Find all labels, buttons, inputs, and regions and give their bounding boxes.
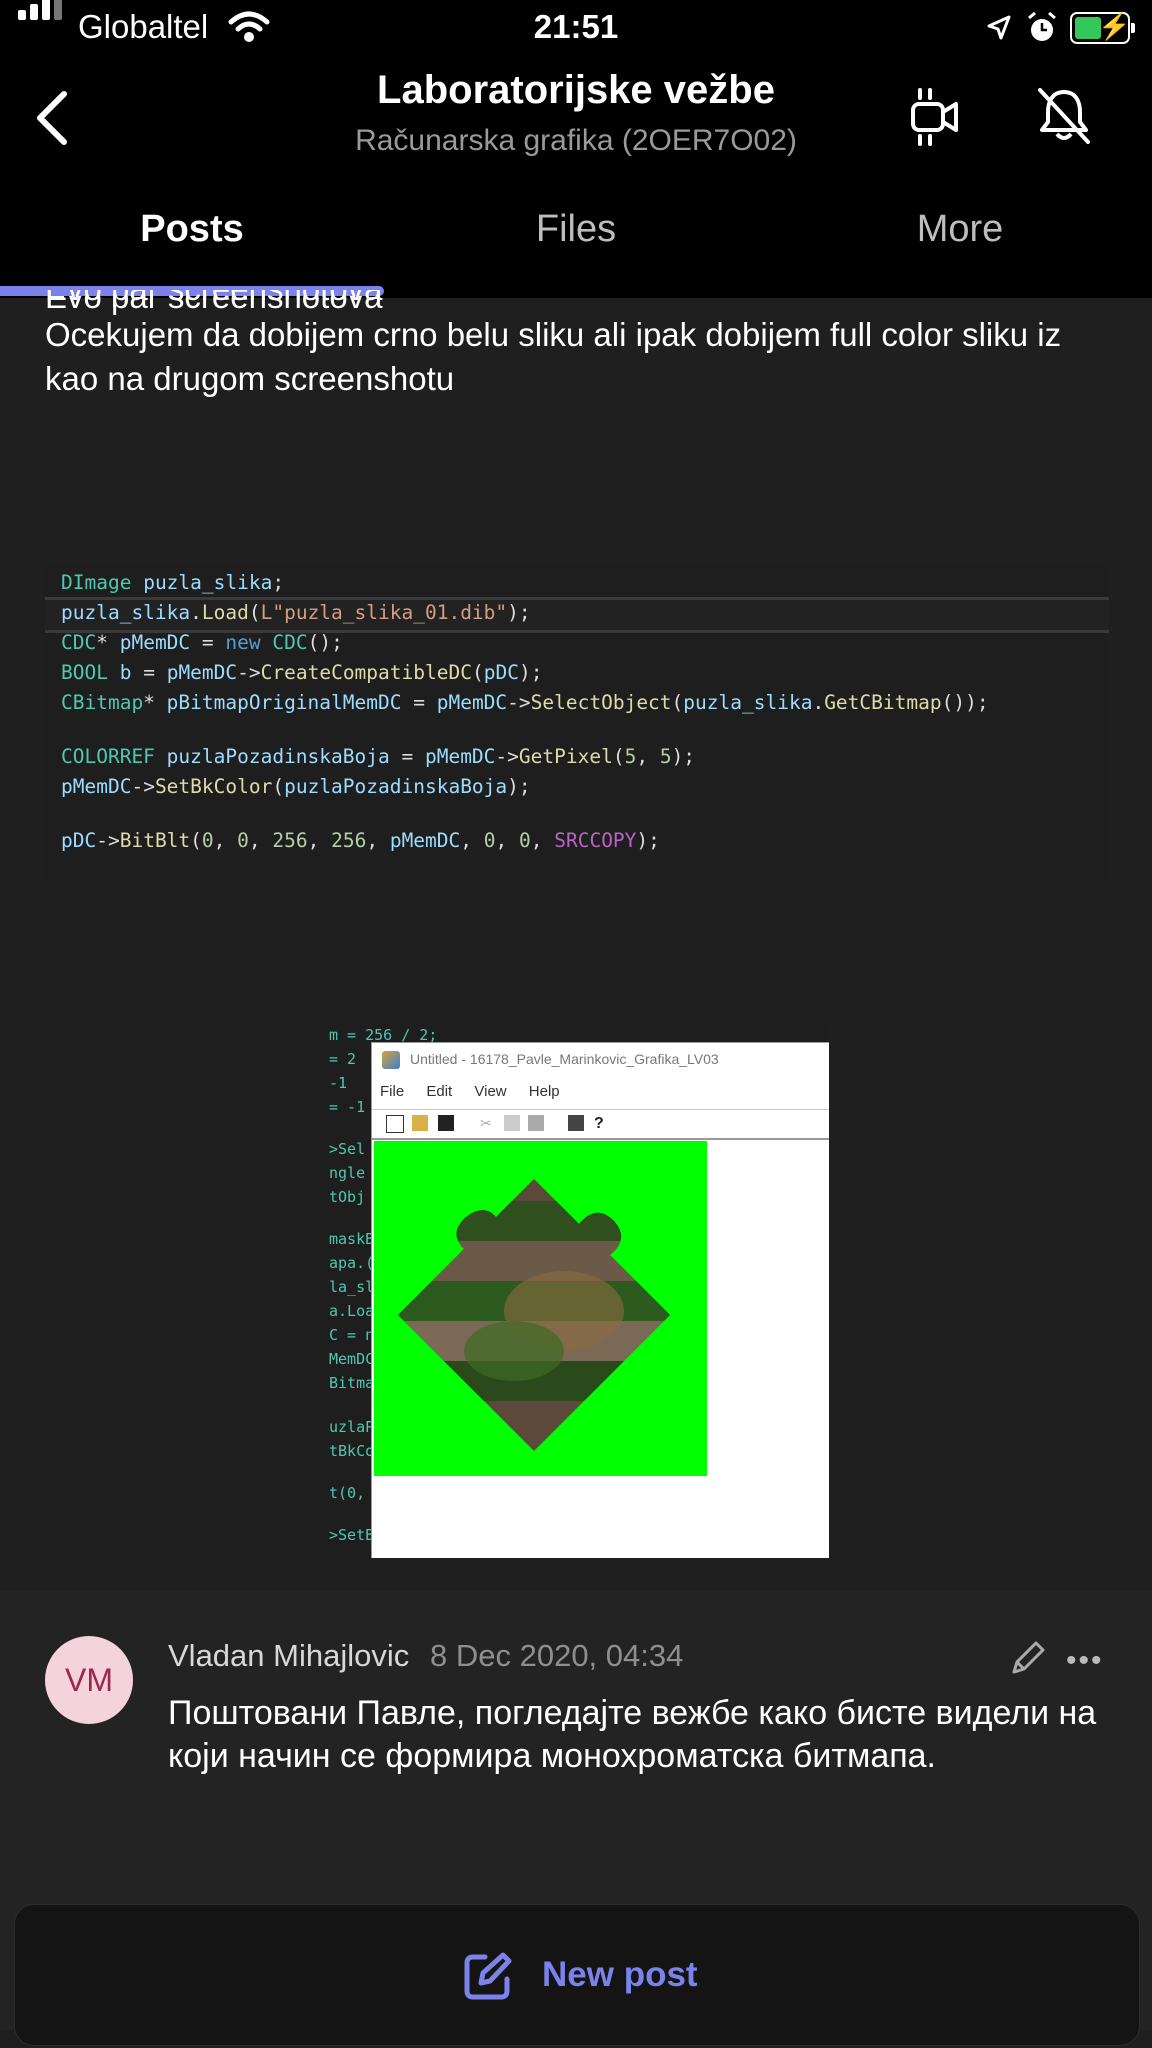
reply-text: Поштовани Павле, погледајте вежбе како б… [168, 1694, 1097, 1775]
code-fragment: tBkCo [329, 1442, 375, 1460]
copy-icon [504, 1115, 520, 1131]
post-body: Ocekujem da dobijem crno belu sliku ali … [45, 316, 1062, 397]
menu-edit: Edit [426, 1083, 453, 1100]
video-call-icon[interactable] [910, 88, 960, 146]
menu-help: Help [528, 1083, 560, 1100]
code-fragment: MemDC [329, 1350, 375, 1368]
compose-icon [464, 1952, 512, 2000]
help-icon: ? [594, 1115, 604, 1132]
code-line: DImage puzla_slika; [61, 571, 285, 594]
cut-icon: ✂ [480, 1115, 492, 1131]
save-icon [438, 1115, 454, 1131]
bell-off-icon[interactable] [1034, 86, 1094, 146]
header-subtitle: Računarska grafika (2OER7O02) [355, 124, 797, 157]
reply-author[interactable]: Vladan Mihajlovic [168, 1638, 409, 1674]
tab-posts-label[interactable]: Posts [0, 208, 384, 251]
new-file-icon [386, 1115, 404, 1133]
code-fragment: = 2 [329, 1050, 357, 1068]
tab-more-label[interactable]: More [768, 208, 1152, 251]
rendered-green-background [374, 1141, 707, 1476]
code-fragment: t(0, [329, 1484, 366, 1502]
status-bar: Globaltel 21:51 ⚡ [0, 0, 1152, 58]
reply-timestamp: 8 Dec 2020, 04:34 [430, 1638, 684, 1673]
toolbar: ✂ ? [372, 1109, 829, 1140]
new-post-button[interactable]: New post [14, 1904, 1140, 2046]
code-fragment: C = n [329, 1326, 375, 1344]
clock: 21:51 [533, 8, 619, 45]
code-fragment: maskB [329, 1230, 375, 1248]
code-fragment: Bitma [329, 1374, 375, 1392]
window-title: Untitled - 16178_Pavle_Marinkovic_Grafik… [410, 1051, 719, 1067]
code-line: pDC->BitBlt(0, 0, 256, 256, pMemDC, 0, 0… [61, 829, 660, 852]
code-line: pMemDC->SetBkColor(puzlaPozadinskaBoja); [61, 775, 531, 798]
new-post-label: New post [542, 1955, 698, 1994]
code-fragment: -1 [329, 1074, 348, 1092]
output-screenshot[interactable]: m = 256 / 2; = 2 -1 = -1 >Sel ngle tObj … [327, 1022, 829, 1558]
puzzle-piece-image [398, 1179, 670, 1451]
code-line: CDC* pMemDC = new CDC(); [61, 631, 343, 654]
code-line: puzla_slika.Load(L"puzla_slika_01.dib"); [61, 601, 531, 624]
open-folder-icon [412, 1115, 428, 1131]
code-fragment: tObj [329, 1188, 366, 1206]
code-fragment: >SetB [329, 1526, 375, 1544]
print-icon [568, 1115, 584, 1131]
alarm-icon [1028, 12, 1056, 41]
code-fragment: apa.( [329, 1254, 375, 1272]
code-fragment: ngle [329, 1164, 366, 1182]
paste-icon [528, 1115, 544, 1131]
menu-file: File [380, 1083, 405, 1100]
header-title: Laboratorijske vežbe [377, 68, 775, 112]
edit-pencil-icon[interactable] [1008, 1638, 1048, 1678]
code-fragment: a.Loa [329, 1302, 375, 1320]
app-icon [382, 1051, 400, 1069]
header-top: Laboratorijske vežbe Računarska grafika … [0, 58, 1152, 290]
avatar[interactable]: VM [45, 1636, 133, 1724]
code-fragment: >Sel [329, 1140, 366, 1158]
menu-bar: File Edit View Help [380, 1083, 578, 1100]
code-fragment: la_sl [329, 1278, 375, 1296]
more-options-icon[interactable]: ••• [1066, 1644, 1104, 1678]
tab-bar: Posts Files More [0, 208, 1152, 298]
app-window: Untitled - 16178_Pavle_Marinkovic_Grafik… [371, 1042, 829, 1558]
code-screenshot[interactable]: DImage puzla_slika; puzla_slika.Load(L"p… [45, 565, 1109, 880]
battery-icon: ⚡ [1070, 11, 1135, 44]
code-fragment: = -1 [329, 1098, 366, 1116]
code-line: CBitmap* pBitmapOriginalMemDC = pMemDC->… [61, 691, 989, 714]
menu-view: View [474, 1083, 507, 1100]
code-fragment: uzlaP [329, 1418, 375, 1436]
code-line: BOOL b = pMemDC->CreateCompatibleDC(pDC)… [61, 661, 543, 684]
location-icon [987, 15, 1011, 40]
tab-files-label[interactable]: Files [384, 208, 768, 251]
code-line: COLORREF puzlaPozadinskaBoja = pMemDC->G… [61, 745, 696, 768]
